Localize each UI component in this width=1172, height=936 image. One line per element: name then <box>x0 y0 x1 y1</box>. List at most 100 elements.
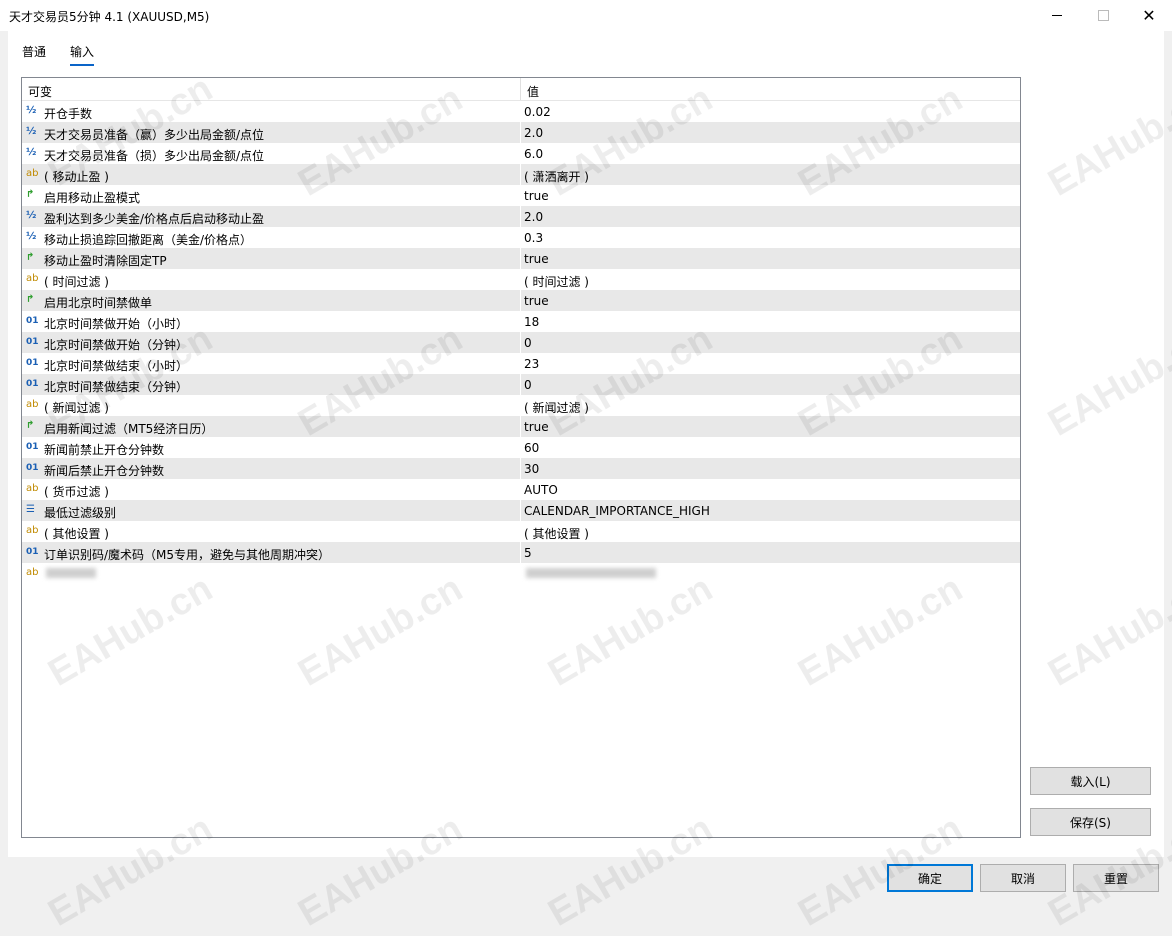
table-row[interactable]: ↱ 启用新闻过滤（MT5经济日历） true <box>22 416 1020 438</box>
string-type-icon: ab <box>26 168 39 179</box>
cell-separator <box>520 101 521 122</box>
parameter-value[interactable]: 5 <box>524 546 532 560</box>
table-row[interactable]: ½ 开仓手数 0.02 <box>22 101 1020 123</box>
parameter-name: ( 移动止盈 ) <box>44 170 109 184</box>
table-row[interactable]: ↱ 启用移动止盈模式 true <box>22 185 1020 207</box>
table-row[interactable]: ab <box>22 563 1020 585</box>
double-type-icon: ½ <box>26 210 37 221</box>
table-row[interactable]: ½ 盈利达到多少美金/价格点后启动移动止盈 2.0 <box>22 206 1020 228</box>
table-row[interactable]: ab ( 新闻过滤 ) ( 新闻过滤 ) <box>22 395 1020 417</box>
enum-type-icon: ☰ <box>26 504 35 515</box>
parameter-value[interactable]: true <box>524 252 549 266</box>
redacted-value <box>526 568 656 578</box>
parameter-value[interactable]: 23 <box>524 357 539 371</box>
double-type-icon: ½ <box>26 231 37 242</box>
string-type-icon: ab <box>26 525 39 536</box>
cell-separator <box>520 332 521 353</box>
parameter-value[interactable]: 30 <box>524 462 539 476</box>
reset-button[interactable]: 重置 <box>1073 864 1159 892</box>
table-row[interactable]: 01 新闻后禁止开仓分钟数 30 <box>22 458 1020 480</box>
table-row[interactable]: ab ( 时间过滤 ) ( 时间过滤 ) <box>22 269 1020 291</box>
parameter-name: 启用北京时间禁做单 <box>44 296 153 310</box>
tab-common[interactable]: 普通 <box>22 43 46 60</box>
cell-separator <box>520 353 521 374</box>
ok-button[interactable]: 确定 <box>887 864 973 892</box>
inputs-grid[interactable]: 可变 值 ½ 开仓手数 0.02 ½ 天才交易员准备（赢）多少出局金额/点位 2.0 ½ 天才… <box>21 77 1021 838</box>
table-row[interactable]: ☰ 最低过滤级别 CALENDAR_IMPORTANCE_HIGH <box>22 500 1020 522</box>
parameter-name: ( 时间过滤 ) <box>44 275 109 289</box>
parameter-name: 移动止盈时清除固定TP <box>44 254 167 268</box>
parameter-value[interactable]: 0 <box>524 336 532 350</box>
string-type-icon: ab <box>26 567 39 578</box>
table-row[interactable]: ½ 天才交易员准备（赢）多少出局金额/点位 2.0 <box>22 122 1020 144</box>
parameter-value[interactable]: ( 新闻过滤 ) <box>524 399 589 416</box>
table-row[interactable]: 01 北京时间禁做结束（分钟） 0 <box>22 374 1020 396</box>
parameter-value[interactable]: 6.0 <box>524 147 543 161</box>
table-row[interactable]: 01 新闻前禁止开仓分钟数 60 <box>22 437 1020 459</box>
parameter-name: 新闻前禁止开仓分钟数 <box>44 443 165 457</box>
cell-separator <box>520 206 521 227</box>
parameter-name: 北京时间禁做结束（小时） <box>44 359 189 373</box>
parameter-value[interactable]: true <box>524 189 549 203</box>
table-row[interactable]: ½ 移动止损追踪回撤距离（美金/价格点） 0.3 <box>22 227 1020 249</box>
title-bar: 天才交易员5分钟 4.1 (XAUUSD,M5) ✕ <box>0 0 1172 31</box>
minimize-button[interactable] <box>1034 0 1080 31</box>
parameter-value[interactable]: CALENDAR_IMPORTANCE_HIGH <box>524 504 710 518</box>
grid-header: 可变 值 <box>22 78 1020 101</box>
int-type-icon: 01 <box>26 442 39 452</box>
parameter-value[interactable]: 60 <box>524 441 539 455</box>
string-type-icon: ab <box>26 483 39 494</box>
parameter-name: 移动止损追踪回撤距离（美金/价格点） <box>44 233 253 247</box>
window-title: 天才交易员5分钟 4.1 (XAUUSD,M5) <box>9 10 210 24</box>
table-row[interactable]: ↱ 移动止盈时清除固定TP true <box>22 248 1020 270</box>
load-button[interactable]: 载入(L) <box>1030 767 1151 795</box>
parameter-value[interactable]: 0 <box>524 378 532 392</box>
string-type-icon: ab <box>26 273 39 284</box>
parameter-value[interactable]: true <box>524 294 549 308</box>
parameter-name: 北京时间禁做结束（分钟） <box>44 380 189 394</box>
parameter-value[interactable]: ( 其他设置 ) <box>524 525 589 542</box>
table-row[interactable]: ↱ 启用北京时间禁做单 true <box>22 290 1020 312</box>
parameter-name: 订单识别码/魔术码（M5专用，避免与其他周期冲突） <box>44 548 331 562</box>
table-row[interactable]: 01 订单识别码/魔术码（M5专用，避免与其他周期冲突） 5 <box>22 542 1020 564</box>
table-row[interactable]: ab ( 其他设置 ) ( 其他设置 ) <box>22 521 1020 543</box>
parameter-value[interactable]: 2.0 <box>524 126 543 140</box>
parameter-value[interactable]: true <box>524 420 549 434</box>
parameter-value[interactable]: ( 时间过滤 ) <box>524 273 589 290</box>
parameter-name: 盈利达到多少美金/价格点后启动移动止盈 <box>44 212 265 226</box>
cell-separator <box>520 374 521 395</box>
bool-type-icon: ↱ <box>26 252 35 263</box>
maximize-button[interactable] <box>1080 0 1126 31</box>
cell-separator <box>520 269 521 290</box>
cell-separator <box>520 248 521 269</box>
cancel-button[interactable]: 取消 <box>980 864 1066 892</box>
close-button[interactable]: ✕ <box>1126 0 1172 31</box>
parameter-name: ( 新闻过滤 ) <box>44 401 109 415</box>
table-row[interactable]: ½ 天才交易员准备（损）多少出局金额/点位 6.0 <box>22 143 1020 165</box>
table-row[interactable]: 01 北京时间禁做开始（分钟） 0 <box>22 332 1020 354</box>
parameter-value[interactable]: 0.02 <box>524 105 551 119</box>
cell-separator <box>520 500 521 521</box>
column-header-variable[interactable]: 可变 <box>28 83 52 100</box>
column-header-value[interactable]: 值 <box>527 83 539 100</box>
tab-inputs[interactable]: 输入 <box>70 43 95 66</box>
table-row[interactable]: ab ( 移动止盈 ) ( 潇洒离开 ) <box>22 164 1020 186</box>
table-row[interactable]: 01 北京时间禁做结束（小时） 23 <box>22 353 1020 375</box>
maximize-icon <box>1097 10 1109 21</box>
parameter-value[interactable]: 0.3 <box>524 231 543 245</box>
table-row[interactable]: ab ( 货币过滤 ) AUTO <box>22 479 1020 501</box>
cell-separator <box>520 395 521 416</box>
int-type-icon: 01 <box>26 337 39 347</box>
parameter-value[interactable]: AUTO <box>524 483 558 497</box>
column-separator[interactable] <box>520 78 521 100</box>
cell-separator <box>520 542 521 563</box>
redacted-name <box>46 568 96 578</box>
double-type-icon: ½ <box>26 147 37 158</box>
parameter-value[interactable]: ( 潇洒离开 ) <box>524 168 589 185</box>
parameter-name: 启用移动止盈模式 <box>44 191 141 205</box>
parameter-value[interactable]: 18 <box>524 315 539 329</box>
int-type-icon: 01 <box>26 547 39 557</box>
table-row[interactable]: 01 北京时间禁做开始（小时） 18 <box>22 311 1020 333</box>
parameter-value[interactable]: 2.0 <box>524 210 543 224</box>
save-button[interactable]: 保存(S) <box>1030 808 1151 836</box>
